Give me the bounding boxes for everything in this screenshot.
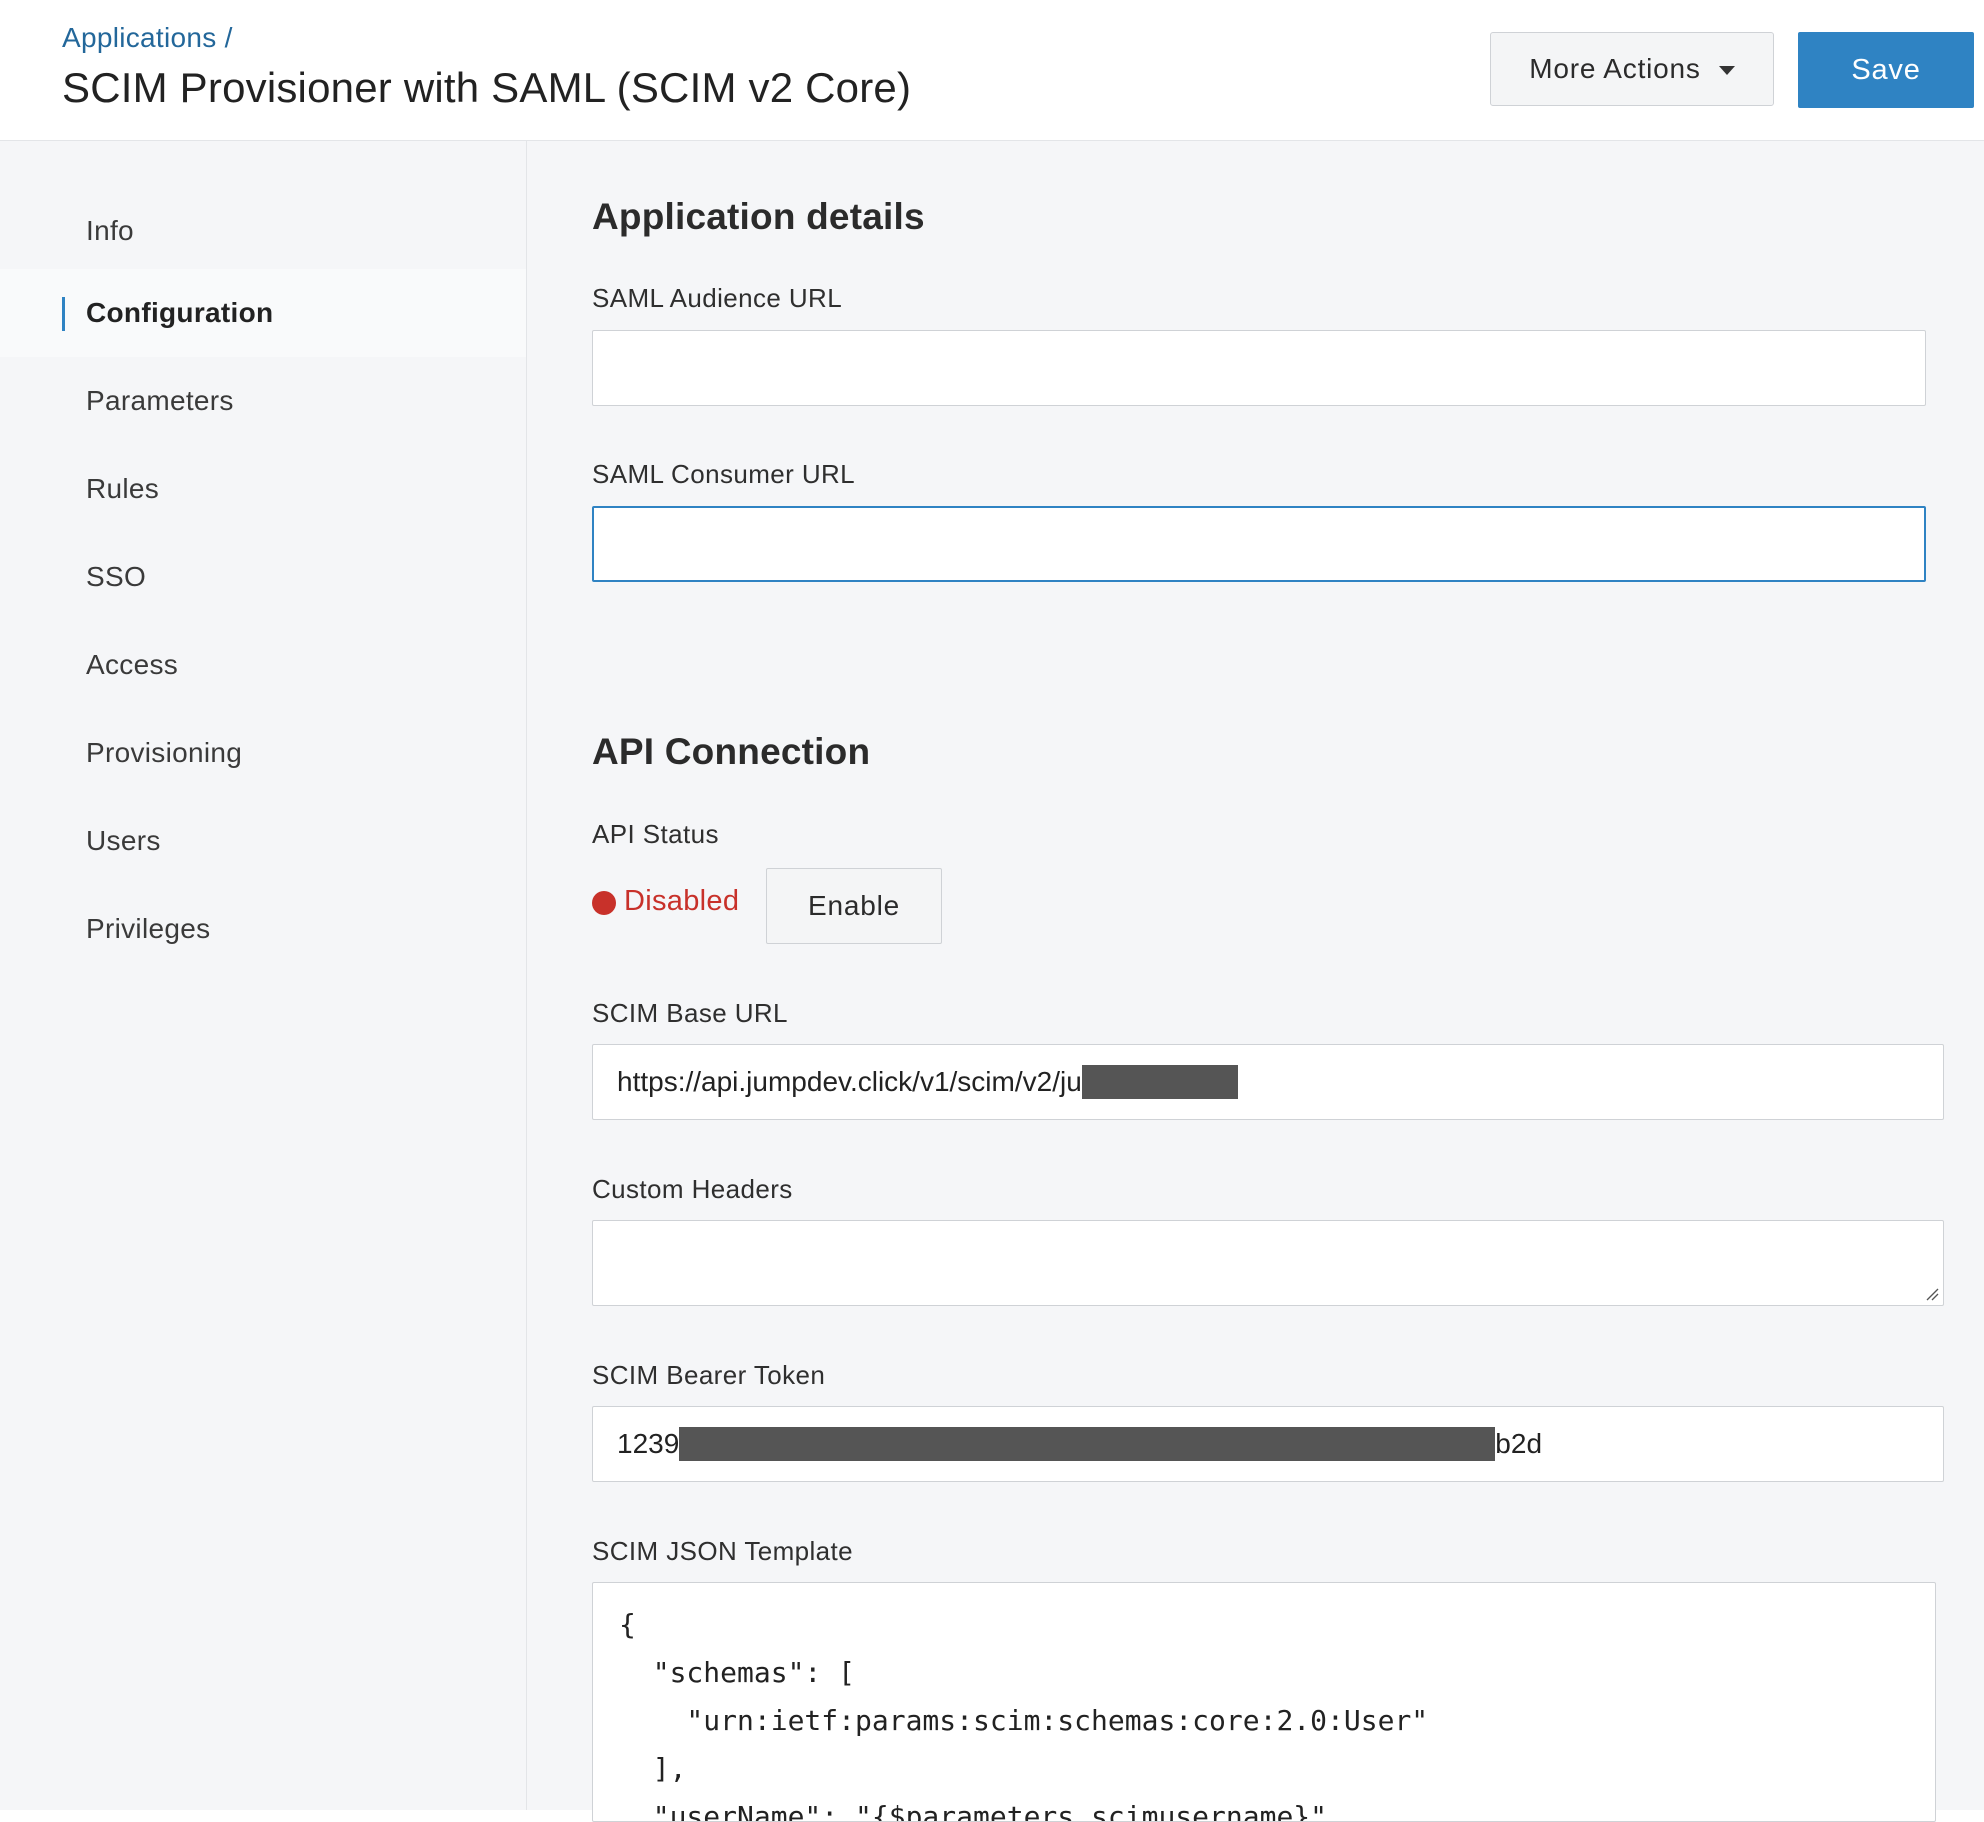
sidebar-item-access[interactable]: Access <box>0 621 526 709</box>
scim-base-url-input[interactable]: https://api.jumpdev.click/v1/scim/v2/ju <box>592 1044 1944 1120</box>
saml-consumer-url-input[interactable] <box>592 506 1926 582</box>
scim-base-url-value: https://api.jumpdev.click/v1/scim/v2/ju <box>617 1066 1082 1097</box>
sidebar-item-rules[interactable]: Rules <box>0 445 526 533</box>
redaction-block <box>1081 1065 1238 1099</box>
breadcrumb-applications-link[interactable]: Applications <box>62 22 217 53</box>
custom-headers-label: Custom Headers <box>592 1174 793 1204</box>
api-connection-heading: API Connection <box>592 731 871 772</box>
custom-headers-textarea[interactable] <box>592 1220 1944 1306</box>
api-status-label: API Status <box>592 819 719 849</box>
save-button[interactable]: Save <box>1798 32 1974 108</box>
code-line: "schemas": [ <box>619 1656 856 1689</box>
page-title: SCIM Provisioner with SAML (SCIM v2 Core… <box>62 64 912 111</box>
sidebar-item-info[interactable]: Info <box>0 187 526 275</box>
sidebar-item-configuration[interactable]: Configuration <box>0 269 526 357</box>
sidebar-item-privileges[interactable]: Privileges <box>0 885 526 973</box>
breadcrumb-separator: / <box>224 22 233 53</box>
code-line: "userName": "{$parameters.scimusername}"… <box>619 1800 1344 1822</box>
saml-audience-url-input[interactable] <box>592 330 1926 406</box>
more-actions-label: More Actions <box>1529 53 1701 84</box>
scim-base-url-label: SCIM Base URL <box>592 998 788 1028</box>
application-details-heading: Application details <box>592 196 925 237</box>
sidebar-nav: Info Configuration Parameters Rules SSO … <box>0 141 527 1810</box>
saml-audience-url-label: SAML Audience URL <box>592 283 843 313</box>
scim-bearer-token-label: SCIM Bearer Token <box>592 1360 826 1390</box>
breadcrumb: Applications / <box>62 22 233 54</box>
code-line: { <box>619 1608 636 1641</box>
saml-consumer-url-label: SAML Consumer URL <box>592 459 856 489</box>
enable-button[interactable]: Enable <box>766 868 942 944</box>
api-status-value: Disabled <box>624 885 740 917</box>
caret-down-icon <box>1718 65 1735 75</box>
sidebar-item-provisioning[interactable]: Provisioning <box>0 709 526 797</box>
scim-json-template-label: SCIM JSON Template <box>592 1536 854 1566</box>
bearer-token-suffix: b2d <box>1495 1428 1543 1459</box>
more-actions-button[interactable]: More Actions <box>1490 32 1774 106</box>
page-header: Applications / SCIM Provisioner with SAML… <box>0 0 1984 141</box>
sidebar-item-sso[interactable]: SSO <box>0 533 526 621</box>
code-line: ], <box>619 1752 687 1785</box>
code-line: "urn:ietf:params:scim:schemas:core:2.0:U… <box>619 1704 1429 1737</box>
sidebar-item-parameters[interactable]: Parameters <box>0 357 526 445</box>
redaction-block <box>679 1427 1496 1461</box>
resize-handle-icon[interactable] <box>1925 1287 1939 1301</box>
status-dot-icon <box>592 891 616 915</box>
scim-bearer-token-input[interactable]: 1239 b2d <box>592 1406 1944 1482</box>
bearer-token-prefix: 1239 <box>617 1428 680 1459</box>
sidebar-item-users[interactable]: Users <box>0 797 526 885</box>
scim-json-template-editor[interactable]: { "schemas": [ "urn:ietf:params:scim:sch… <box>592 1582 1936 1822</box>
